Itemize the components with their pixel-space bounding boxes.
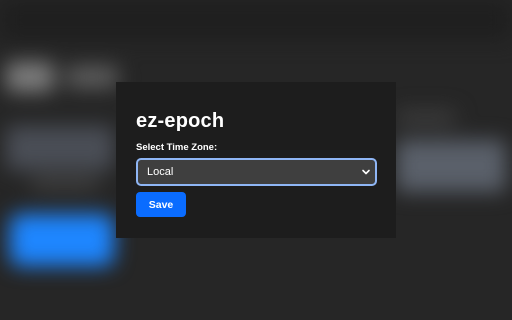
background-shape (6, 62, 54, 92)
background-blue-button-shape (10, 214, 114, 266)
background-shape (6, 126, 114, 170)
timezone-selected-value: Local (147, 166, 174, 178)
popup-title: ez-epoch (136, 110, 225, 132)
timezone-label: Select Time Zone: (136, 142, 218, 153)
background-shape (396, 140, 506, 192)
background-shape (30, 176, 100, 190)
extension-popup: ez-epoch Select Time Zone: Local Save (116, 82, 396, 238)
save-button[interactable]: Save (136, 192, 186, 217)
background-shape (66, 66, 118, 88)
timezone-select[interactable]: Local (136, 158, 377, 186)
background-header-shape (0, 0, 512, 40)
chevron-down-icon (361, 167, 371, 177)
background-shape (396, 110, 456, 126)
